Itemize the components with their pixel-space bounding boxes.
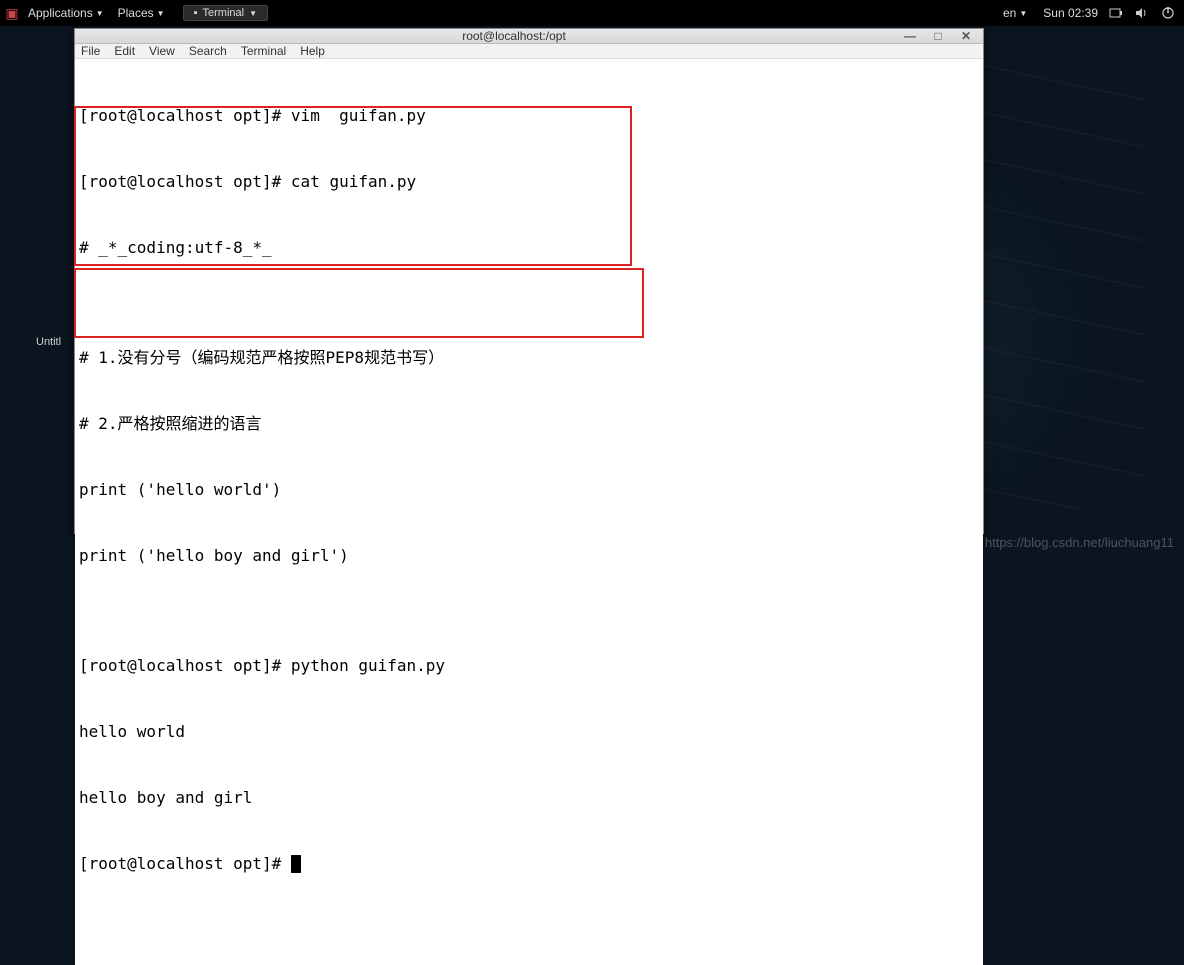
menu-file[interactable]: File bbox=[81, 44, 100, 58]
terminal-window: root@localhost:/opt — □ ✕ File Edit View… bbox=[74, 28, 984, 534]
terminal-line: # _*_coding:utf-8_*_ bbox=[79, 237, 979, 259]
terminal-line: print ('hello world') bbox=[79, 479, 979, 501]
maximize-button[interactable]: □ bbox=[931, 29, 945, 43]
menu-help[interactable]: Help bbox=[300, 44, 325, 58]
window-title: root@localhost:/opt bbox=[135, 29, 893, 43]
terminal-line: print ('hello boy and girl') bbox=[79, 545, 979, 567]
taskbar-terminal-button[interactable]: ▪ Terminal ▼ bbox=[183, 5, 268, 21]
chevron-down-icon: ▼ bbox=[96, 9, 104, 18]
power-icon[interactable] bbox=[1160, 5, 1176, 21]
terminal-line: [root@localhost opt]# bbox=[79, 853, 979, 875]
terminal-icon: ▪ bbox=[194, 7, 198, 19]
taskbar-terminal-label: Terminal bbox=[203, 7, 245, 19]
terminal-line: hello boy and girl bbox=[79, 787, 979, 809]
applications-label: Applications bbox=[28, 6, 93, 20]
chevron-down-icon: ▼ bbox=[157, 9, 165, 18]
cursor-icon bbox=[291, 855, 301, 873]
terminal-line: hello world bbox=[79, 721, 979, 743]
battery-icon[interactable] bbox=[1108, 5, 1124, 21]
terminal-line: [root@localhost opt]# cat guifan.py bbox=[79, 171, 979, 193]
volume-icon[interactable] bbox=[1134, 5, 1150, 21]
left-dock: Untitl bbox=[36, 36, 66, 348]
terminal-line: # 1.没有分号（编码规范严格按照PEP8规范书写） bbox=[79, 347, 979, 369]
prompt-text: [root@localhost opt]# bbox=[79, 854, 291, 873]
language-indicator[interactable]: en ▼ bbox=[997, 6, 1033, 20]
places-label: Places bbox=[118, 6, 154, 20]
language-label: en bbox=[1003, 6, 1016, 20]
annotation-box bbox=[74, 268, 644, 338]
places-menu[interactable]: Places ▼ bbox=[112, 6, 171, 20]
menu-search[interactable]: Search bbox=[189, 44, 227, 58]
minimize-button[interactable]: — bbox=[903, 29, 917, 43]
dock-untitled-label: Untitl bbox=[36, 336, 66, 348]
menu-terminal[interactable]: Terminal bbox=[241, 44, 286, 58]
menu-edit[interactable]: Edit bbox=[114, 44, 135, 58]
terminal-line: [root@localhost opt]# vim guifan.py bbox=[79, 105, 979, 127]
clock[interactable]: Sun 02:39 bbox=[1043, 6, 1098, 20]
terminal-menubar: File Edit View Search Terminal Help bbox=[75, 44, 983, 59]
chevron-down-icon: ▼ bbox=[249, 9, 257, 18]
chevron-down-icon: ▼ bbox=[1019, 9, 1027, 18]
menu-view[interactable]: View bbox=[149, 44, 175, 58]
close-button[interactable]: ✕ bbox=[959, 29, 973, 43]
terminal-line: [root@localhost opt]# python guifan.py bbox=[79, 655, 979, 677]
top-panel: ▣ Applications ▼ Places ▼ ▪ Terminal ▼ e… bbox=[0, 0, 1184, 26]
applications-menu[interactable]: Applications ▼ bbox=[22, 6, 110, 20]
activities-icon[interactable]: ▣ bbox=[4, 5, 20, 21]
watermark: https://blog.csdn.net/liuchuang11 bbox=[985, 535, 1174, 550]
window-titlebar[interactable]: root@localhost:/opt — □ ✕ bbox=[75, 29, 983, 44]
terminal-line: # 2.严格按照缩进的语言 bbox=[79, 413, 979, 435]
terminal-content[interactable]: [root@localhost opt]# vim guifan.py [roo… bbox=[75, 59, 983, 965]
